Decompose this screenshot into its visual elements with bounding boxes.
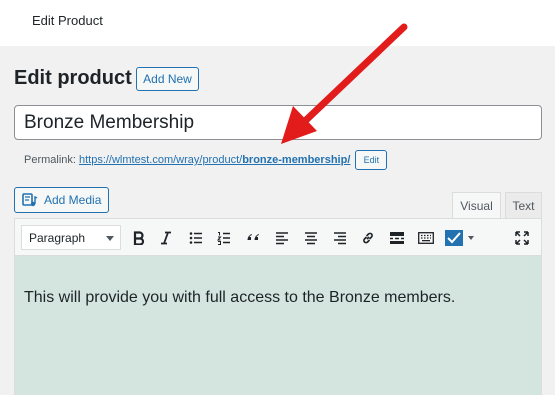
tab-visual[interactable]: Visual: [452, 192, 501, 218]
fullscreen-button[interactable]: [512, 228, 532, 248]
bold-icon: [132, 231, 146, 245]
align-right-icon: [333, 231, 347, 245]
align-center-icon: [304, 231, 318, 245]
numbered-list-icon: [217, 231, 231, 245]
bulleted-list-button[interactable]: [186, 228, 206, 248]
add-media-label: Add Media: [44, 193, 102, 207]
italic-button[interactable]: [156, 228, 176, 248]
toolbar-toggle-button[interactable]: [416, 228, 436, 248]
header-title: Edit Product: [32, 13, 103, 28]
admin-header: Edit Product: [0, 0, 555, 46]
text-color-button[interactable]: [445, 228, 479, 248]
permalink-link[interactable]: https://wlmtest.com/wray/product/bronze-…: [79, 154, 350, 166]
add-media-button[interactable]: Add Media: [14, 187, 109, 213]
format-select[interactable]: Paragraph: [21, 225, 121, 250]
permalink-base-url[interactable]: https://wlmtest.com/wray/product/: [79, 154, 242, 166]
media-icon: [22, 192, 38, 208]
insert-link-button[interactable]: [358, 228, 378, 248]
quote-icon: [246, 231, 260, 245]
align-left-icon: [275, 231, 289, 245]
link-icon: [361, 231, 375, 245]
read-more-button[interactable]: [387, 228, 407, 248]
permalink-label: Permalink:: [24, 154, 76, 166]
permalink-slug[interactable]: bronze-membership/: [242, 154, 350, 166]
page-title: Edit product: [14, 67, 132, 89]
editor-content-area[interactable]: This will provide you with full access t…: [14, 256, 542, 395]
format-select-value: Paragraph: [29, 230, 86, 245]
permalink-row: Permalink: https://wlmtest.com/wray/prod…: [24, 150, 388, 170]
align-center-button[interactable]: [301, 228, 321, 248]
add-new-button[interactable]: Add New: [136, 67, 199, 91]
keyboard-icon: [418, 231, 434, 245]
bold-button[interactable]: [129, 228, 149, 248]
read-more-icon: [389, 231, 405, 245]
align-left-button[interactable]: [272, 228, 292, 248]
align-right-button[interactable]: [330, 228, 350, 248]
edit-permalink-button[interactable]: Edit: [355, 150, 388, 170]
fullscreen-icon: [515, 231, 529, 245]
tab-text[interactable]: Text: [505, 192, 542, 218]
numbered-list-button[interactable]: [214, 228, 234, 248]
editor-toolbar: Paragraph: [14, 218, 542, 256]
chevron-down-icon: [106, 236, 114, 241]
chevron-down-icon: [468, 236, 474, 240]
editor-paragraph[interactable]: This will provide you with full access t…: [24, 289, 455, 307]
text-color-icon: [445, 230, 463, 246]
italic-icon: [159, 231, 173, 245]
blockquote-button[interactable]: [243, 228, 263, 248]
bulleted-list-icon: [189, 231, 203, 245]
post-title-input[interactable]: [14, 105, 542, 140]
